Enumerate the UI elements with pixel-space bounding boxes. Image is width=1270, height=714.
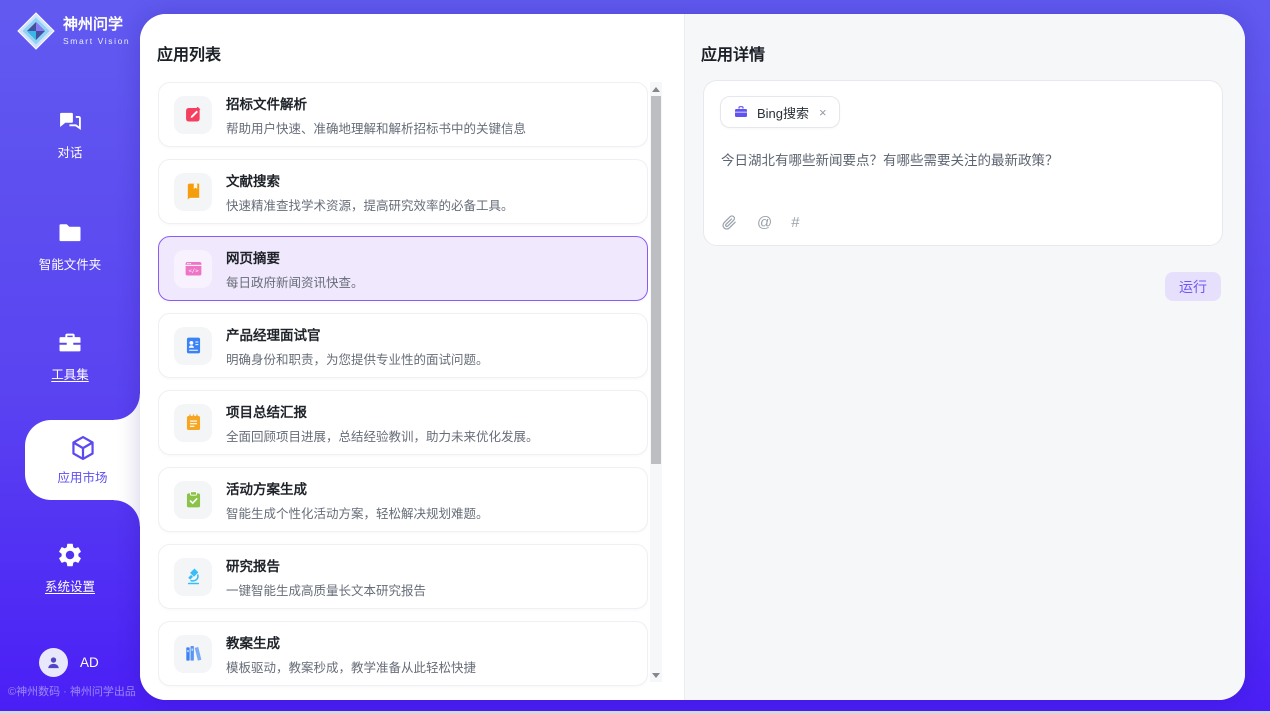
app-card-desc: 帮助用户快速、准确地理解和解析招标书中的关键信息 [226,118,526,137]
input-toolbar: @ # [721,214,800,231]
nav-curve-bottom [114,500,140,526]
sidebar-item-label: 工具集 [51,364,89,383]
app-card-title: 招标文件解析 [226,93,526,113]
scrollbar[interactable] [650,82,662,682]
app-card-desc: 全面回顾项目进展，总结经验教训，助力未来优化发展。 [226,426,539,445]
app-card-desc: 一键智能生成高质量长文本研究报告 [226,580,426,599]
app-card-title: 研究报告 [226,555,426,575]
app-config-card: Bing搜索 × 今日湖北有哪些新闻要点？有哪些需要关注的最新政策？ @ # [703,80,1223,246]
app-card-title: 教案生成 [226,632,476,652]
cube-icon [69,434,97,462]
app-card-desc: 模板驱动，教案秒成，教学准备从此轻松快捷 [226,657,476,676]
chat-icon [56,107,84,135]
scroll-down-icon[interactable] [650,669,662,681]
app-card-text: 项目总结汇报 全面回顾项目进展，总结经验教训，助力未来优化发展。 [226,401,539,445]
sidebar-item-system-settings[interactable]: 系统设置 [0,541,140,595]
app-card[interactable]: 产品经理面试官 明确身份和职责，为您提供专业性的面试问题。 [158,313,648,378]
sidebar-item-label: 应用市场 [57,467,107,486]
app-card[interactable]: 研究报告 一键智能生成高质量长文本研究报告 [158,544,648,609]
app-card-title: 项目总结汇报 [226,401,539,421]
app-card[interactable]: 项目总结汇报 全面回顾项目进展，总结经验教训，助力未来优化发展。 [158,390,648,455]
sidebar-item-app-market[interactable]: 应用市场 [25,420,140,500]
sidebar: 神州问学 Smart Vision 对话 智能文件夹 工具集 应用市场 系统设置 [0,0,140,714]
app-card-title: 网页摘要 [226,247,364,267]
sidebar-item-toolset[interactable]: 工具集 [0,329,140,383]
tool-tag-label: Bing搜索 [757,103,809,122]
tool-tag-bing-search[interactable]: Bing搜索 × [720,96,840,128]
book-icon [174,173,212,211]
app-card[interactable]: 文献搜索 快速精准查找学术资源，提高研究效率的必备工具。 [158,159,648,224]
app-card[interactable]: 教案生成 模板驱动，教案秒成，教学准备从此轻松快捷 [158,621,648,686]
user-name: AD [80,655,99,670]
app-detail-title: 应用详情 [701,41,765,65]
app-card-desc: 每日政府新闻资讯快查。 [226,272,364,291]
app-list-panel: 应用列表 招标文件解析 帮助用户快速、准确地理解和解析招标书中的关键信息 文献搜… [140,14,684,700]
sidebar-item-smart-folders[interactable]: 智能文件夹 [0,219,140,273]
resume-icon [174,327,212,365]
sidebar-item-chat[interactable]: 对话 [0,107,140,161]
app-card-desc: 明确身份和职责，为您提供专业性的面试问题。 [226,349,489,368]
app-card-text: 网页摘要 每日政府新闻资讯快查。 [226,247,364,291]
run-button[interactable]: 运行 [1165,272,1221,301]
sidebar-item-label: 系统设置 [45,576,95,595]
folder-icon [56,219,84,247]
app-card-text: 产品经理面试官 明确身份和职责，为您提供专业性的面试问题。 [226,324,489,368]
gear-icon [56,541,84,569]
app-card-title: 产品经理面试官 [226,324,489,344]
scrollbar-thumb[interactable] [651,96,661,464]
brand-subtitle: Smart Vision [63,36,130,46]
person-icon [45,654,62,671]
app-list-title: 应用列表 [157,41,221,65]
app-card[interactable]: 活动方案生成 智能生成个性化活动方案，轻松解决规划难题。 [158,467,648,532]
app-card-title: 文献搜索 [226,170,514,190]
hashtag-icon[interactable]: # [791,214,799,231]
avatar [39,648,68,677]
app-card-title: 活动方案生成 [226,478,489,498]
tag-close-icon[interactable]: × [819,105,827,120]
app-card-desc: 智能生成个性化活动方案，轻松解决规划难题。 [226,503,489,522]
scroll-up-icon[interactable] [650,83,662,95]
browser-icon: </> [174,250,212,288]
copyright-footer: ©神州数码 · 神州问学出品 [8,683,136,699]
app-detail-panel: 应用详情 Bing搜索 × 今日湖北有哪些新闻要点？有哪些需要关注的最新政策？ [684,14,1245,700]
user-profile[interactable]: AD [39,648,99,677]
brand-diamond-icon [16,11,56,51]
app-card[interactable]: </> 网页摘要 每日政府新闻资讯快查。 [158,236,648,301]
main-window: 应用列表 招标文件解析 帮助用户快速、准确地理解和解析招标书中的关键信息 文献搜… [140,14,1245,700]
app-card-text: 文献搜索 快速精准查找学术资源，提高研究效率的必备工具。 [226,170,514,214]
attachment-icon[interactable] [721,214,738,231]
app-card-desc: 快速精准查找学术资源，提高研究效率的必备工具。 [226,195,514,214]
clipboard-icon [174,481,212,519]
svg-text:</>: </> [188,268,199,274]
briefcase-icon [733,104,749,120]
app-card[interactable]: 招标文件解析 帮助用户快速、准确地理解和解析招标书中的关键信息 [158,82,648,147]
sidebar-item-label: 对话 [57,142,82,161]
app-card-text: 活动方案生成 智能生成个性化活动方案，轻松解决规划难题。 [226,478,489,522]
books-icon [174,635,212,673]
notepad-icon [174,404,212,442]
toolbox-icon [56,329,84,357]
sidebar-item-label: 智能文件夹 [39,254,102,273]
microscope-icon [174,558,212,596]
brand-name: 神州问学 [63,16,130,33]
preset-question-text: 今日湖北有哪些新闻要点？有哪些需要关注的最新政策？ [721,151,1202,171]
app-card-text: 招标文件解析 帮助用户快速、准确地理解和解析招标书中的关键信息 [226,93,526,137]
nav-curve-top [114,394,140,420]
app-card-text: 教案生成 模板驱动，教案秒成，教学准备从此轻松快捷 [226,632,476,676]
app-list: 招标文件解析 帮助用户快速、准确地理解和解析招标书中的关键信息 文献搜索 快速精… [158,82,648,696]
edit-icon [174,96,212,134]
paperclip-icon [721,214,738,231]
app-card-text: 研究报告 一键智能生成高质量长文本研究报告 [226,555,426,599]
brand-logo: 神州问学 Smart Vision [16,11,130,51]
mention-icon[interactable]: @ [757,214,772,231]
